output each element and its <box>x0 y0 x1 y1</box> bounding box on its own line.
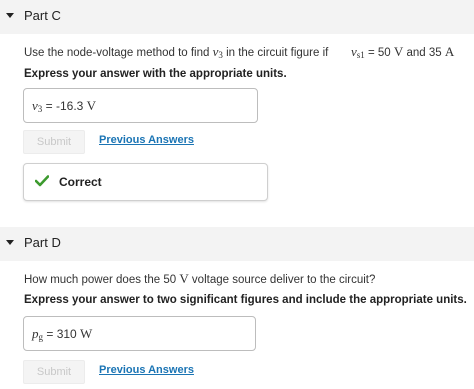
caret-down-icon[interactable] <box>6 13 14 18</box>
part-c-prompt: Use the node-voltage method to find v3 i… <box>24 44 329 60</box>
part-d-submit-button[interactable]: Submit <box>23 360 85 384</box>
part-c-title: Part C <box>24 8 61 23</box>
checkmark-icon <box>35 175 49 187</box>
part-c-feedback-box: Correct <box>23 163 268 201</box>
part-d-instruction: Express your answer to two significant f… <box>24 294 467 306</box>
part-d-title: Part D <box>24 235 61 250</box>
caret-down-icon[interactable] <box>6 240 14 245</box>
part-c-submit-button[interactable]: Submit <box>23 130 85 154</box>
part-c-previous-answers-link[interactable]: Previous Answers <box>99 134 194 146</box>
part-c-condition: vs1 = 50 V and 35 A <box>351 44 455 60</box>
correct-label: Correct <box>59 175 102 189</box>
part-d-answer-content: pg = 310 W <box>32 326 93 342</box>
part-c-answer-content: v3 = -16.3 V <box>32 98 97 114</box>
part-d-previous-answers-link[interactable]: Previous Answers <box>99 364 194 376</box>
part-d-answer-value: 310 <box>56 327 81 341</box>
part-d-prompt: How much power does the 50 V voltage sou… <box>24 271 376 286</box>
part-c-instruction: Express your answer with the appropriate… <box>24 68 287 80</box>
part-c-answer-field[interactable]: v3 = -16.3 V <box>23 88 258 123</box>
part-d-header[interactable]: Part D <box>0 227 474 261</box>
part-c-answer-value: -16.3 <box>55 99 87 113</box>
part-c-header[interactable]: Part C <box>0 0 474 34</box>
part-d-answer-field[interactable]: pg = 310 W <box>23 316 256 351</box>
